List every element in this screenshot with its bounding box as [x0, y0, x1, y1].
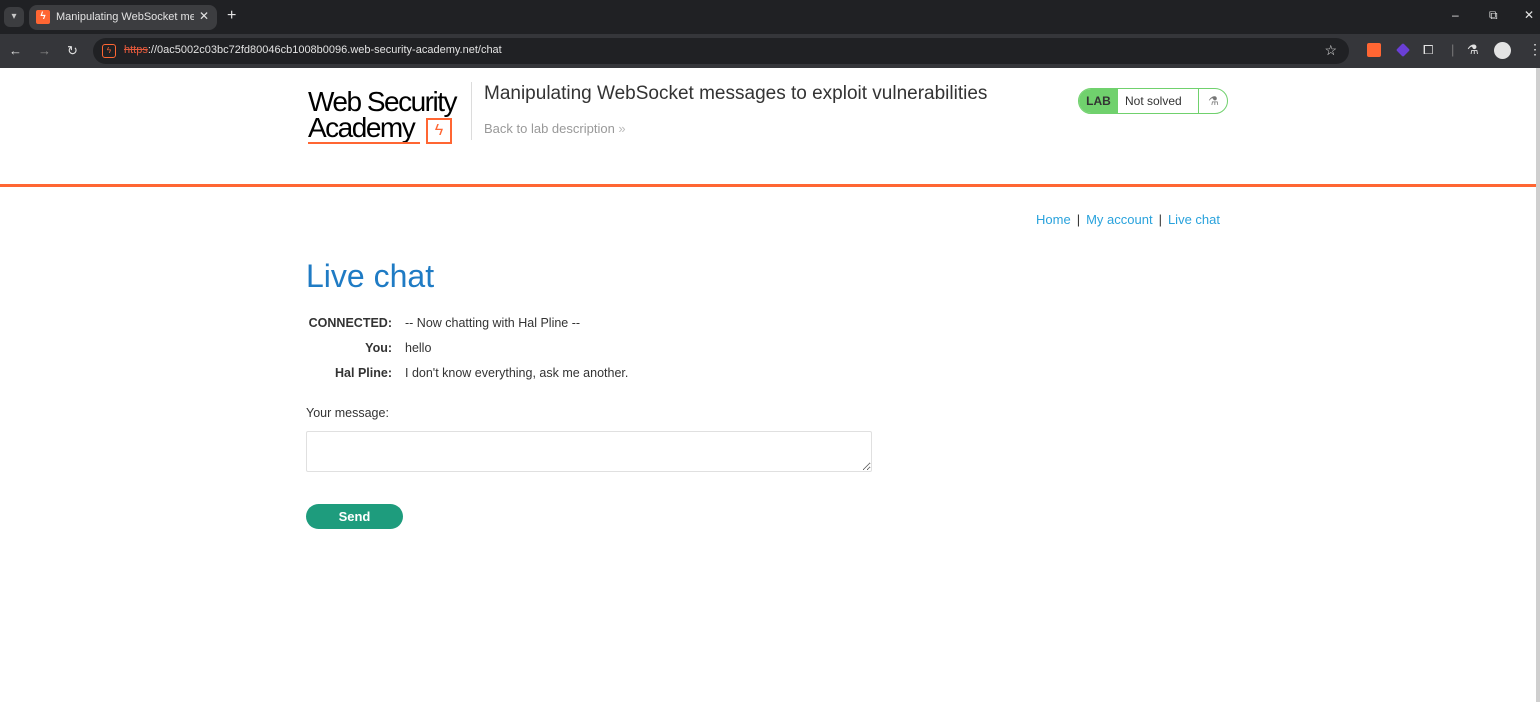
tab-close-icon[interactable]: ✕	[199, 9, 209, 23]
top-navigation: Home | My account | Live chat	[1036, 212, 1220, 227]
chat-text: hello	[405, 341, 432, 355]
close-window-button[interactable]: ✕	[1524, 8, 1534, 22]
header-orange-rule	[0, 184, 1536, 187]
extension-diamond-icon[interactable]	[1396, 43, 1410, 57]
nav-separator: |	[1076, 212, 1081, 227]
burp-extension-icon[interactable]	[1367, 43, 1381, 57]
nav-separator: |	[1158, 212, 1162, 227]
back-link-label[interactable]: Back to lab description	[484, 121, 615, 136]
nav-live-chat-link[interactable]: Live chat	[1168, 212, 1220, 227]
restore-button[interactable]: ⧉	[1489, 8, 1498, 23]
web-security-academy-logo[interactable]: Web Security Academy ϟ	[308, 86, 473, 146]
message-field-label: Your message:	[306, 406, 389, 420]
extensions-puzzle-icon[interactable]: ⧠	[1423, 42, 1433, 58]
page-title: Live chat	[306, 258, 435, 294]
chat-text: I don't know everything, ask me another.	[405, 366, 629, 380]
address-bar[interactable]: ϟ https://0ac5002c03bc72fd80046cb1008b00…	[93, 38, 1349, 64]
chat-text: -- Now chatting with Hal Pline --	[405, 316, 581, 330]
chat-sender: Hal Pline:	[335, 366, 392, 380]
labs-flask-icon[interactable]: ⚗	[1467, 42, 1479, 58]
header-divider	[471, 82, 472, 140]
chevron-right-icon: »	[618, 121, 626, 136]
browser-toolbar: ← → ↻ ϟ https://0ac5002c03bc72fd80046cb1…	[0, 34, 1540, 68]
forward-icon[interactable]: →	[38, 43, 51, 58]
lab-badge: LAB	[1079, 89, 1118, 113]
web-page: Web Security Academy ϟ Manipulating WebS…	[0, 68, 1540, 702]
send-button[interactable]: Send	[306, 504, 403, 529]
chat-message-row: Hal Pline: I don't know everything, ask …	[306, 366, 866, 391]
tab-title: Manipulating WebSocket messa	[56, 11, 194, 23]
nav-my-account-link[interactable]: My account	[1086, 212, 1152, 227]
flask-icon: ⚗	[1198, 89, 1227, 113]
new-tab-button[interactable]: +	[227, 7, 236, 25]
profile-avatar-icon[interactable]	[1494, 42, 1511, 59]
back-to-lab-description-link[interactable]: Back to lab description »	[484, 121, 626, 136]
tab-search-button[interactable]: ▾	[4, 7, 24, 27]
logo-underline	[308, 142, 420, 144]
page-scrollbar[interactable]	[1536, 68, 1540, 702]
minimize-button[interactable]: –	[1452, 8, 1459, 22]
burp-favicon-icon: ϟ	[36, 10, 50, 24]
chat-message-row: CONNECTED: -- Now chatting with Hal Plin…	[306, 316, 866, 341]
chat-message-row: You: hello	[306, 341, 866, 366]
nav-home-link[interactable]: Home	[1036, 212, 1071, 227]
toolbar-divider: |	[1451, 42, 1455, 57]
bookmark-star-icon[interactable]: ☆	[1324, 42, 1337, 59]
site-info-icon[interactable]: ϟ	[102, 44, 116, 58]
browser-tab[interactable]: ϟ Manipulating WebSocket messa ✕	[29, 5, 217, 30]
browser-tab-bar: ▾ ϟ Manipulating WebSocket messa ✕ + – ⧉…	[0, 0, 1540, 34]
logo-bolt-icon: ϟ	[426, 118, 452, 144]
message-input[interactable]	[306, 431, 872, 472]
chat-sender: You:	[365, 341, 392, 355]
logo-text-line2: Academy	[308, 112, 416, 143]
back-icon[interactable]: ←	[9, 43, 22, 58]
reload-icon[interactable]: ↻	[67, 43, 78, 59]
chat-sender: CONNECTED:	[308, 316, 392, 330]
chat-log: CONNECTED: -- Now chatting with Hal Plin…	[306, 316, 866, 391]
browser-menu-icon[interactable]: ⋮	[1528, 41, 1540, 58]
url-text[interactable]: https://0ac5002c03bc72fd80046cb1008b0096…	[124, 44, 502, 56]
lab-status-text: Not solved	[1125, 94, 1182, 108]
lab-status-widget: LAB Not solved ⚗	[1078, 88, 1228, 114]
lab-title: Manipulating WebSocket messages to explo…	[484, 83, 988, 104]
